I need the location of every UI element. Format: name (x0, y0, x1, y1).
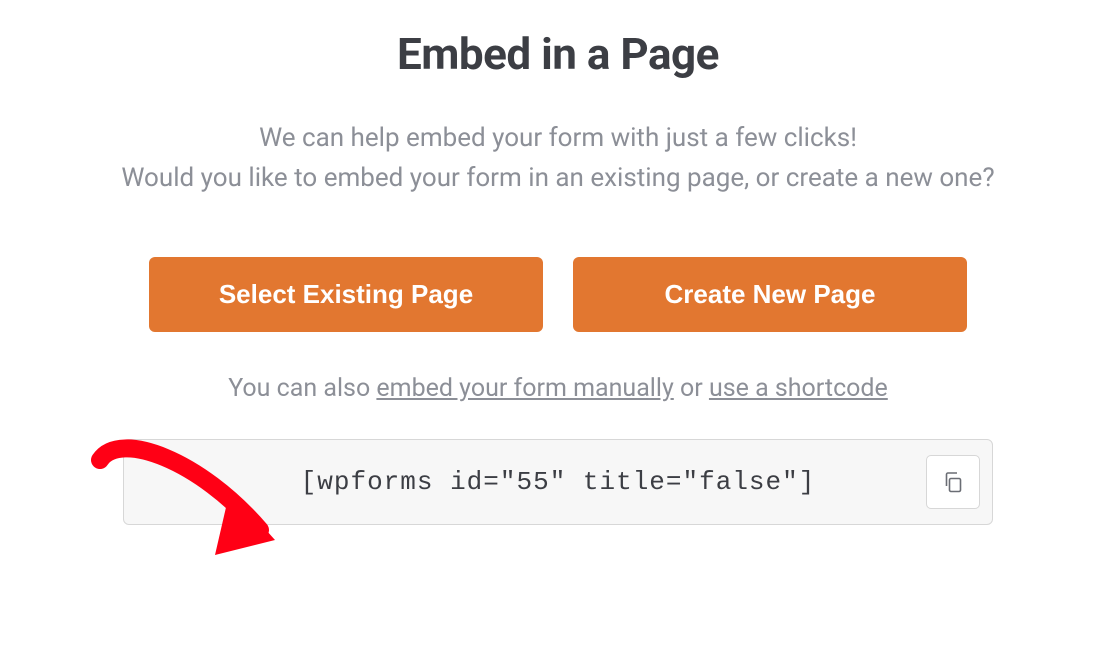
select-existing-page-button[interactable]: Select Existing Page (149, 257, 543, 332)
embed-dialog: Embed in a Page We can help embed your f… (0, 0, 1116, 525)
subtitle-line: Would you like to embed your form in an … (121, 163, 994, 193)
copy-shortcode-button[interactable] (926, 455, 980, 509)
embed-manually-link[interactable]: embed your form manually (376, 374, 673, 403)
shortcode-text: [wpforms id="55" title="false"] (301, 467, 816, 497)
text-fragment: or (674, 374, 709, 403)
text-fragment: You can also (228, 374, 376, 403)
copy-icon (941, 470, 965, 494)
secondary-options-text: You can also embed your form manually or… (228, 374, 888, 403)
use-shortcode-link[interactable]: use a shortcode (709, 374, 888, 403)
subtitle-line: We can help embed your form with just a … (259, 123, 857, 153)
create-new-page-button[interactable]: Create New Page (573, 257, 967, 332)
shortcode-box: [wpforms id="55" title="false"] (123, 439, 993, 525)
button-row: Select Existing Page Create New Page (149, 257, 967, 332)
dialog-title: Embed in a Page (397, 28, 719, 80)
dialog-subtitle: We can help embed your form with just a … (121, 118, 994, 199)
